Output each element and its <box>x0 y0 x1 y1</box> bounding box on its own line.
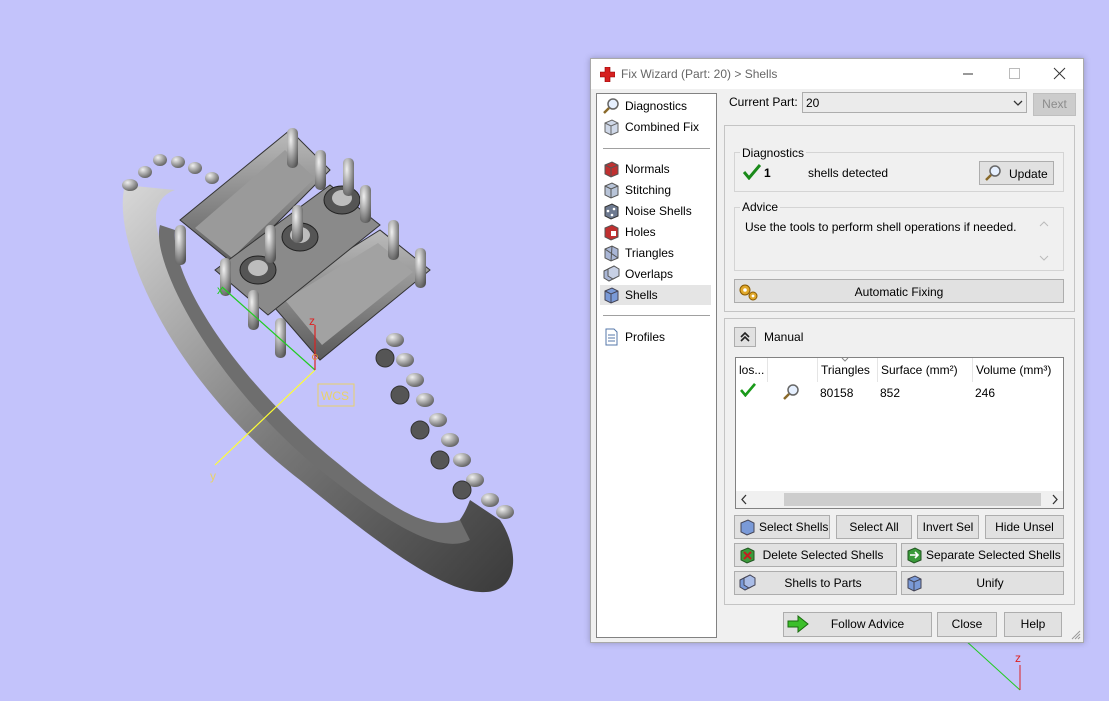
select-shells-button[interactable]: Select Shells <box>734 515 830 539</box>
next-button[interactable]: Next <box>1033 93 1076 116</box>
minimize-button[interactable] <box>945 59 991 89</box>
column-header[interactable]: Triangles <box>818 357 878 382</box>
close-button[interactable]: Close <box>937 612 997 637</box>
holes-cube-icon <box>604 224 619 241</box>
separate-shells-icon <box>907 547 922 564</box>
nav-item-combined-fix[interactable]: Combined Fix <box>600 117 711 137</box>
current-part-label: Current Part: <box>729 95 798 109</box>
column-header[interactable]: los... <box>736 358 768 382</box>
automatic-fixing-label: Automatic Fixing <box>854 285 944 299</box>
magnifier-icon <box>603 98 619 114</box>
diagnostics-text: shells detected <box>808 166 889 180</box>
cell-surface: 852 <box>880 386 901 400</box>
chevron-down-icon <box>1013 100 1023 106</box>
chevron-down-icon <box>1039 255 1049 261</box>
normals-cube-icon <box>604 161 619 178</box>
close-window-button[interactable] <box>1037 59 1083 89</box>
overlaps-icon <box>603 265 620 282</box>
automatic-fixing-button[interactable]: Automatic Fixing <box>734 279 1064 303</box>
collapse-manual-button[interactable] <box>734 327 756 347</box>
maximize-icon <box>1009 68 1020 79</box>
magnifier-icon[interactable] <box>782 383 800 401</box>
nav-divider <box>603 315 710 316</box>
advice-title: Advice <box>740 200 781 214</box>
cube-icon <box>604 119 619 136</box>
nav-item-diagnostics[interactable]: Diagnostics <box>600 96 711 116</box>
document-icon <box>605 328 618 346</box>
column-header[interactable]: Surface (mm²) <box>878 358 973 382</box>
fix-step-list: Diagnostics Combined Fix Normals Stitchi… <box>596 93 717 638</box>
axis-x-label: x <box>217 283 223 297</box>
nav-divider <box>603 148 710 149</box>
nav-item-stitching[interactable]: Stitching <box>600 180 711 200</box>
hide-unselected-button[interactable]: Hide Unsel <box>985 515 1064 539</box>
nav-item-triangles[interactable]: Triangles <box>600 243 711 263</box>
shells-cube-icon <box>604 287 619 304</box>
stitching-cube-icon <box>604 182 619 199</box>
chevron-up-icon <box>1039 221 1049 227</box>
nav-item-noise-shells[interactable]: Noise Shells <box>600 201 711 221</box>
shells-table[interactable]: los... Triangles Surface (mm²) Volume (m… <box>735 357 1064 509</box>
diagnostics-title: Diagnostics <box>740 146 807 160</box>
shells-cube-icon <box>740 519 755 536</box>
minimize-icon <box>963 73 973 75</box>
help-button[interactable]: Help <box>1004 612 1062 637</box>
nav-item-holes[interactable]: Holes <box>600 222 711 242</box>
chevron-left-icon <box>741 494 747 505</box>
table-row[interactable]: 80158 852 246 <box>736 382 1063 402</box>
double-chevron-up-icon <box>740 331 750 342</box>
nav-item-overlaps[interactable]: Overlaps <box>600 264 711 284</box>
triangles-icon <box>604 245 619 262</box>
scrollbar-thumb[interactable] <box>784 493 1041 506</box>
advice-group <box>734 207 1064 271</box>
fix-wizard-window: Fix Wizard (Part: 20) > Shells Diagnosti… <box>590 58 1084 643</box>
nav-item-profiles[interactable]: Profiles <box>600 327 711 347</box>
update-label: Update <box>1009 167 1048 181</box>
magnifier-icon <box>985 165 1001 181</box>
title-bar[interactable]: Fix Wizard (Part: 20) > Shells <box>591 59 1083 89</box>
manual-title: Manual <box>764 330 804 344</box>
shells-count: 1 <box>764 166 771 180</box>
corner-axis-z-label: z <box>1015 651 1021 665</box>
check-icon <box>743 164 761 180</box>
axis-y-label: y <box>210 469 216 483</box>
update-button[interactable]: Update <box>979 161 1054 185</box>
ring-model <box>122 128 514 593</box>
wcs-label: WCS <box>321 389 349 403</box>
follow-advice-button[interactable]: Follow Advice <box>783 612 932 637</box>
red-cross-icon <box>600 67 615 82</box>
corner-axes <box>964 639 1021 691</box>
advice-text: Use the tools to perform shell operation… <box>745 220 1017 234</box>
current-part-dropdown[interactable]: 20 <box>802 92 1027 113</box>
invert-selection-button[interactable]: Invert Sel <box>917 515 979 539</box>
check-icon <box>740 383 756 397</box>
axis-z-label: z <box>309 314 315 328</box>
current-part-value: 20 <box>806 96 820 110</box>
shells-to-parts-button[interactable]: Shells to Parts <box>734 571 897 595</box>
separate-selected-shells-button[interactable]: Separate Selected Shells <box>901 543 1064 567</box>
chevron-right-icon <box>1052 494 1058 505</box>
window-title: Fix Wizard (Part: 20) > Shells <box>621 67 778 81</box>
close-icon <box>1053 67 1066 80</box>
column-header[interactable] <box>768 358 818 382</box>
cell-triangles: 80158 <box>820 386 854 400</box>
noise-shells-icon <box>604 203 619 220</box>
cell-volume: 246 <box>975 386 996 400</box>
column-header[interactable]: Volume (mm³) <box>973 358 1065 382</box>
advice-scrollbar[interactable] <box>1037 217 1051 265</box>
delete-selected-shells-button[interactable]: Delete Selected Shells <box>734 543 897 567</box>
horizontal-scrollbar[interactable] <box>736 491 1063 508</box>
unify-button[interactable]: Unify <box>901 571 1064 595</box>
nav-item-normals[interactable]: Normals <box>600 159 711 179</box>
resize-grip-icon[interactable] <box>1070 629 1081 640</box>
nav-item-shells[interactable]: Shells <box>600 285 711 305</box>
maximize-button[interactable] <box>991 59 1037 89</box>
select-all-button[interactable]: Select All <box>836 515 912 539</box>
